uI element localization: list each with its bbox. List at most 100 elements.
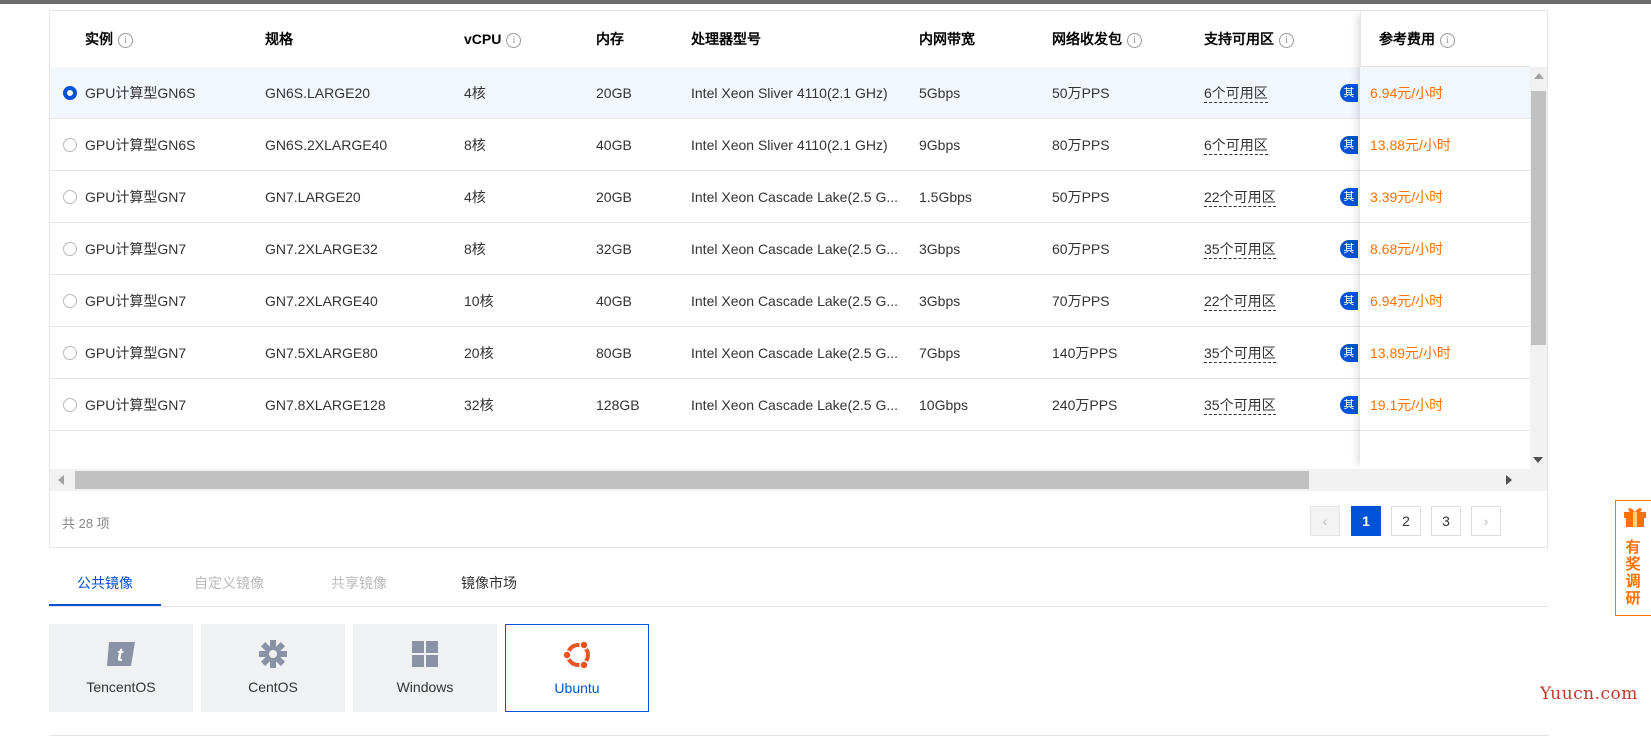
scroll-up-arrow-icon[interactable] bbox=[1534, 73, 1544, 79]
scroll-right-arrow-icon[interactable] bbox=[1506, 475, 1512, 485]
page-2-button[interactable]: 2 bbox=[1391, 506, 1421, 536]
page-3-button[interactable]: 3 bbox=[1431, 506, 1461, 536]
table-row[interactable]: GPU计算型GN7 GN7.8XLARGE128 32核 128GB Intel Xeo… bbox=[50, 379, 1360, 431]
zones-link[interactable]: 35个可用区 bbox=[1204, 396, 1276, 415]
zones-link[interactable]: 35个可用区 bbox=[1204, 240, 1276, 259]
zone-badge[interactable]: 其 bbox=[1340, 240, 1358, 258]
divider bbox=[49, 735, 1549, 736]
info-icon[interactable]: i bbox=[1279, 32, 1294, 48]
cell-bandwidth: 7Gbps bbox=[919, 345, 961, 361]
instance-table-card: 实例 i 规格 vCPU i 内存 处理器型号 内网带宽 网络收发包 i 支持可用区 i… bbox=[49, 10, 1548, 548]
cell-processor: Intel Xeon Sliver 4110(2.1 GHz) bbox=[691, 85, 888, 101]
centos-icon bbox=[259, 640, 287, 668]
cell-zones[interactable]: 35个可用区 bbox=[1204, 223, 1276, 275]
table-row[interactable]: GPU计算型GN6S GN6S.2XLARGE40 8核 40GB Intel Xeon… bbox=[50, 119, 1360, 171]
os-option-tencentos[interactable]: t TencentOS bbox=[49, 624, 193, 712]
cell-vcpu: 4核 bbox=[464, 85, 486, 101]
zone-badge[interactable]: 其 bbox=[1340, 84, 1358, 102]
horizontal-scrollbar[interactable] bbox=[50, 469, 1547, 491]
tab-image-market[interactable]: 镜像市场 bbox=[439, 568, 539, 606]
price-cell: 19.1元/小时 bbox=[1360, 379, 1530, 431]
header-processor: 处理器型号 bbox=[691, 31, 761, 47]
zones-link[interactable]: 22个可用区 bbox=[1204, 188, 1276, 207]
scroll-down-arrow-icon[interactable] bbox=[1533, 457, 1543, 463]
cell-zones[interactable]: 22个可用区 bbox=[1204, 171, 1276, 223]
header-instance-label: 实例 bbox=[85, 31, 113, 47]
zones-link[interactable]: 22个可用区 bbox=[1204, 292, 1276, 311]
survey-side-tab[interactable]: 有奖调研 bbox=[1615, 500, 1651, 616]
cell-spec: GN7.5XLARGE80 bbox=[265, 345, 378, 361]
header-memory: 内存 bbox=[596, 31, 624, 47]
zone-badge[interactable]: 其 bbox=[1340, 188, 1358, 206]
price-cells: 6.94元/小时 13.88元/小时 3.39元/小时 8.68元/小时 6.94元/小… bbox=[1360, 67, 1530, 469]
table-row[interactable]: GPU计算型GN7 GN7.5XLARGE80 20核 80GB Intel Xeon … bbox=[50, 327, 1360, 379]
cell-pps: 70万PPS bbox=[1052, 293, 1110, 309]
os-name: Windows bbox=[396, 679, 454, 695]
info-icon[interactable]: i bbox=[1440, 32, 1455, 48]
table-row[interactable]: GPU计算型GN7 GN7.2XLARGE32 8核 32GB Intel Xeon C… bbox=[50, 223, 1360, 275]
os-option-ubuntu[interactable]: Ubuntu bbox=[505, 624, 649, 712]
info-icon[interactable]: i bbox=[1127, 32, 1142, 48]
cell-memory: 40GB bbox=[596, 137, 632, 153]
scroll-left-arrow-icon[interactable] bbox=[58, 475, 64, 485]
zone-badge[interactable]: 其 bbox=[1340, 136, 1358, 154]
cell-spec: GN6S.2XLARGE40 bbox=[265, 137, 388, 153]
zones-link[interactable]: 6个可用区 bbox=[1204, 136, 1268, 155]
os-option-centos[interactable]: CentOS bbox=[201, 624, 345, 712]
table-header: 实例 i 规格 vCPU i 内存 处理器型号 内网带宽 网络收发包 i 支持可用区 i bbox=[50, 11, 1360, 68]
row-radio-button[interactable] bbox=[63, 346, 77, 360]
total-count: 共 28 项 bbox=[62, 516, 110, 531]
info-icon[interactable]: i bbox=[506, 32, 522, 48]
tab-custom-image[interactable]: 自定义镜像 bbox=[179, 568, 279, 606]
next-page-button[interactable]: › bbox=[1471, 506, 1501, 536]
zone-badge[interactable]: 其 bbox=[1340, 344, 1358, 362]
cell-zones[interactable]: 35个可用区 bbox=[1204, 379, 1276, 431]
cell-bandwidth: 3Gbps bbox=[919, 241, 961, 257]
tencentos-icon: t bbox=[107, 642, 135, 666]
cell-memory: 128GB bbox=[596, 397, 640, 413]
tab-shared-image[interactable]: 共享镜像 bbox=[309, 568, 409, 606]
row-radio-button[interactable] bbox=[63, 190, 77, 204]
cell-processor: Intel Xeon Cascade Lake(2.5 G... bbox=[691, 293, 899, 309]
price-cell: 13.89元/小时 bbox=[1360, 327, 1530, 379]
cell-spec: GN6S.LARGE20 bbox=[265, 85, 371, 101]
price-cell: 6.94元/小时 bbox=[1360, 67, 1530, 119]
vertical-scrollbar[interactable] bbox=[1530, 67, 1547, 469]
zones-link[interactable]: 6个可用区 bbox=[1204, 84, 1268, 103]
zone-badge[interactable]: 其 bbox=[1340, 396, 1358, 414]
table-row[interactable]: GPU计算型GN7 GN7.2XLARGE40 10核 40GB Intel Xeon … bbox=[50, 275, 1360, 327]
table-row[interactable]: GPU计算型GN7 GN7.LARGE20 4核 20GB Intel Xeon Cas… bbox=[50, 171, 1360, 223]
page-1-button[interactable]: 1 bbox=[1351, 506, 1381, 536]
cell-zones[interactable]: 6个可用区 bbox=[1204, 119, 1268, 171]
cell-spec: GN7.8XLARGE128 bbox=[265, 397, 386, 413]
ubuntu-icon bbox=[562, 640, 590, 670]
tab-public-image[interactable]: 公共镜像 bbox=[49, 568, 161, 606]
zone-badge[interactable]: 其 bbox=[1340, 292, 1358, 310]
horizontal-scroll-thumb[interactable] bbox=[75, 471, 1309, 489]
image-source-tabs: 公共镜像 自定义镜像 共享镜像 镜像市场 bbox=[49, 568, 1549, 607]
row-radio-button[interactable] bbox=[63, 294, 77, 308]
row-radio-button[interactable] bbox=[63, 138, 77, 152]
header-spec: 规格 bbox=[265, 31, 293, 47]
header-bandwidth: 内网带宽 bbox=[919, 31, 975, 47]
os-option-windows[interactable]: Windows bbox=[353, 624, 497, 712]
cell-zones[interactable]: 35个可用区 bbox=[1204, 327, 1276, 379]
table-row[interactable]: GPU计算型GN6S GN6S.LARGE20 4核 20GB Intel Xeon S… bbox=[50, 67, 1360, 119]
zones-link[interactable]: 35个可用区 bbox=[1204, 344, 1276, 363]
cell-instance: GPU计算型GN7 bbox=[85, 397, 187, 413]
cell-zones[interactable]: 22个可用区 bbox=[1204, 275, 1276, 327]
row-radio-button[interactable] bbox=[63, 398, 77, 412]
prev-page-button[interactable]: ‹ bbox=[1310, 506, 1340, 536]
cell-vcpu: 8核 bbox=[464, 137, 486, 153]
price-column: 参考费用 i 6.94元/小时 13.88元/小时 3.39元/小时 8.68元/小时 6… bbox=[1360, 11, 1530, 469]
header-vcpu-label: vCPU bbox=[464, 31, 502, 47]
vertical-scroll-thumb[interactable] bbox=[1531, 91, 1546, 345]
info-icon[interactable]: i bbox=[118, 32, 133, 48]
row-radio-button[interactable] bbox=[63, 242, 77, 256]
cell-bandwidth: 9Gbps bbox=[919, 137, 961, 153]
price-cell: 3.39元/小时 bbox=[1360, 171, 1530, 223]
cell-memory: 20GB bbox=[596, 85, 632, 101]
header-pps-label: 网络收发包 bbox=[1052, 31, 1122, 47]
cell-zones[interactable]: 6个可用区 bbox=[1204, 67, 1268, 119]
row-radio-button[interactable] bbox=[63, 86, 77, 100]
